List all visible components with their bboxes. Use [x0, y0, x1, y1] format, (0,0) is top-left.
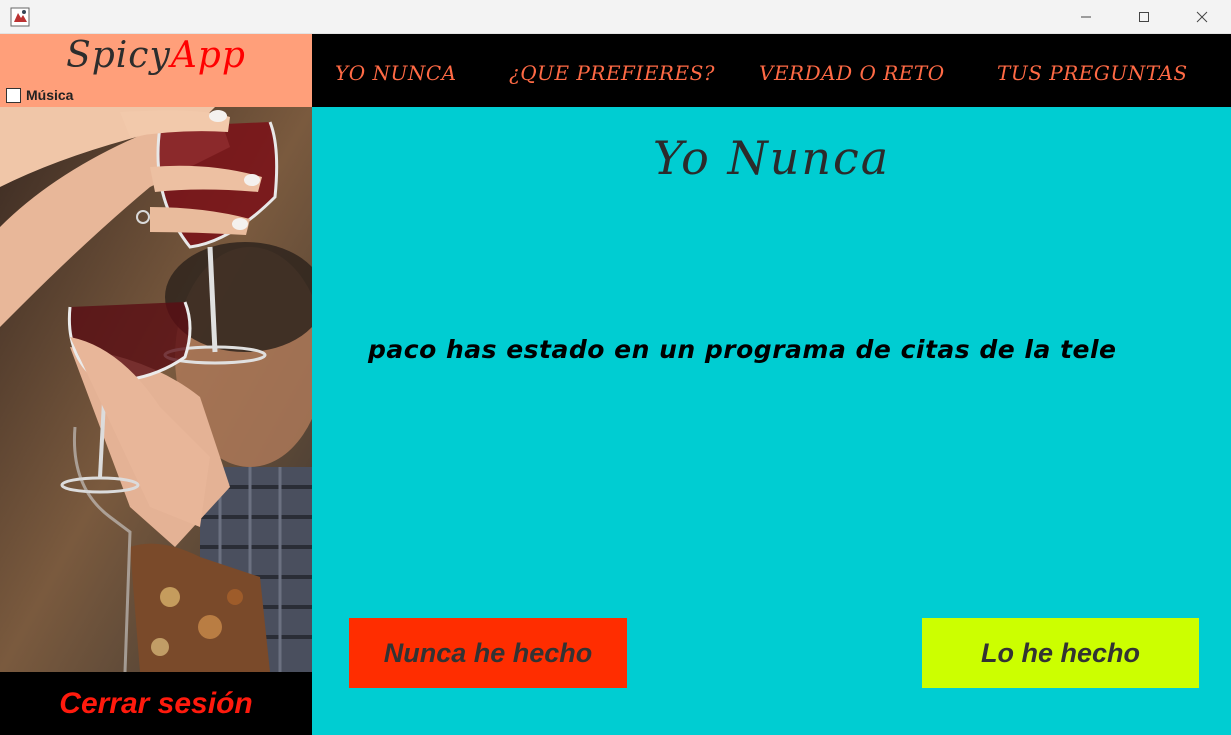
nav-tus-preguntas[interactable]: TUS PREGUNTAS: [997, 34, 1188, 107]
logo-part-app: App: [170, 35, 246, 76]
nav-verdad-o-reto[interactable]: VERDAD O RETO: [759, 34, 945, 107]
page-title: Yo Nunca: [652, 131, 891, 185]
sidebar-photo: [0, 107, 312, 672]
close-icon: [1196, 11, 1208, 23]
brand-panel: SpicyApp Música: [0, 34, 312, 107]
logo-part-spicy: Spicy: [66, 35, 171, 76]
music-checkbox[interactable]: [6, 87, 21, 103]
nav-que-prefieres[interactable]: ¿QUE PREFIERES?: [509, 34, 715, 107]
have-done-button[interactable]: Lo he hecho: [922, 618, 1199, 688]
main-panel: Yo Nunca paco has estado en un programa …: [312, 107, 1231, 735]
logout-button[interactable]: Cerrar sesión: [0, 672, 312, 735]
question-text: paco has estado en un programa de citas …: [368, 335, 1117, 364]
wine-glasses-photo: [0, 107, 312, 672]
maximize-icon: [1139, 12, 1149, 22]
logout-label: Cerrar sesión: [59, 686, 253, 720]
minimize-icon: [1081, 16, 1091, 18]
window-titlebar: [0, 0, 1231, 34]
music-toggle[interactable]: Música: [6, 87, 73, 103]
music-label: Música: [26, 87, 74, 103]
never-done-button[interactable]: Nunca he hecho: [349, 618, 627, 688]
nav-yo-nunca[interactable]: YO NUNCA: [335, 34, 457, 107]
minimize-button[interactable]: [1057, 0, 1115, 34]
close-window-button[interactable]: [1173, 0, 1231, 34]
top-navigation: YO NUNCA ¿QUE PREFIERES? VERDAD O RETO T…: [312, 34, 1231, 107]
maximize-button[interactable]: [1115, 0, 1173, 34]
app-logo: SpicyApp: [0, 34, 312, 78]
java-app-icon: [10, 7, 30, 27]
